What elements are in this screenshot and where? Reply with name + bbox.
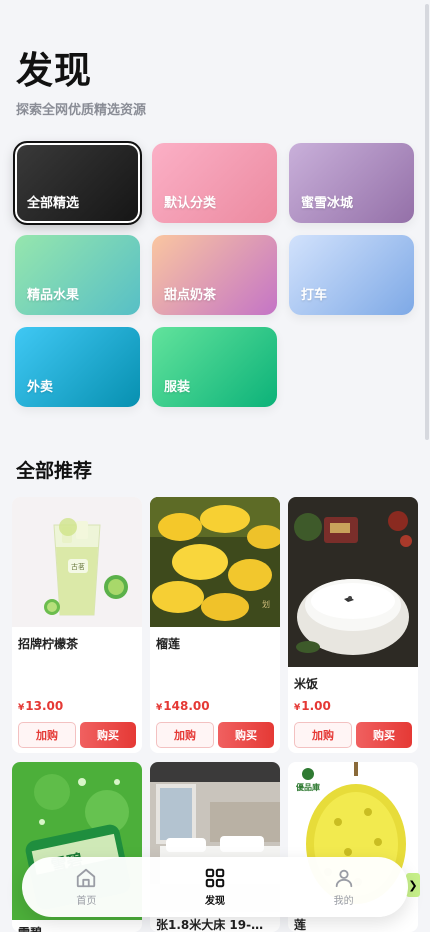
product-price: ¥1.00 [294, 699, 331, 713]
scrollbar[interactable] [425, 4, 429, 440]
category-tile-all[interactable]: 全部精选 [13, 141, 142, 225]
product-name: 招牌柠檬茶 [18, 637, 79, 651]
tab-home[interactable]: 首页 [41, 867, 131, 907]
category-tile-taxi[interactable]: 打车 [289, 235, 414, 315]
page-title: 发现 [16, 49, 92, 92]
product-name: 莲 [294, 918, 307, 932]
product-image: 古茗 [12, 497, 142, 627]
product-card[interactable]: 划 榴莲 ¥148.00 加购 购买 [150, 497, 280, 753]
product-name: 雪碧 [12, 924, 142, 932]
user-icon [335, 869, 352, 888]
product-name: 张1.8米大床 19-… [156, 918, 264, 932]
category-label: 蜜雪冰城 [301, 196, 354, 211]
price-value: 1.00 [301, 699, 331, 713]
product-price: ¥148.00 [156, 699, 210, 713]
category-tile-mixue[interactable]: 蜜雪冰城 [289, 143, 414, 223]
price-value: 148.00 [163, 699, 210, 713]
page-subtitle: 探索全网优质精选资源 [16, 103, 147, 118]
product-name: 榴莲 [156, 637, 181, 651]
product-image [288, 497, 418, 667]
buy-button[interactable]: 购买 [218, 722, 274, 748]
tab-label: 发现 [204, 896, 225, 907]
product-name: 米饭 [294, 677, 319, 691]
tab-label: 我的 [333, 896, 354, 907]
svg-text:優品庫: 優品庫 [295, 782, 320, 792]
card-actions: 加购 购买 [156, 722, 274, 748]
svg-text:划: 划 [262, 599, 270, 609]
bottom-tab-bar: 首页 发现 我的 [22, 857, 408, 917]
category-label: 精品水果 [27, 288, 80, 303]
currency-symbol: ¥ [294, 703, 301, 713]
product-card[interactable]: 米饭 ¥1.00 加购 购买 [288, 497, 418, 753]
price-value: 13.00 [25, 699, 64, 713]
floating-badge[interactable]: ❯ [406, 873, 420, 897]
product-price: ¥13.00 [18, 699, 63, 713]
category-label: 打车 [301, 288, 328, 303]
tab-profile[interactable]: 我的 [299, 867, 389, 907]
tab-label: 首页 [76, 896, 97, 907]
product-card[interactable]: 古茗 招牌柠檬茶 ¥13.00 加购 购买 [12, 497, 142, 753]
category-label: 全部精选 [27, 196, 80, 211]
category-tile-takeout[interactable]: 外卖 [15, 327, 140, 407]
category-tile-clothing[interactable]: 服装 [152, 327, 277, 407]
category-label: 外卖 [27, 380, 54, 395]
currency-symbol: ¥ [18, 703, 25, 713]
category-label: 甜点奶茶 [164, 288, 217, 303]
svg-text:古茗: 古茗 [71, 562, 85, 571]
buy-button[interactable]: 购买 [356, 722, 412, 748]
product-image: 划 [150, 497, 280, 627]
card-actions: 加购 购买 [294, 722, 412, 748]
add-to-cart-button[interactable]: 加购 [294, 722, 352, 748]
category-tile-dessert[interactable]: 甜点奶茶 [152, 235, 277, 315]
card-actions: 加购 购买 [18, 722, 136, 748]
add-to-cart-button[interactable]: 加购 [156, 722, 214, 748]
section-title: 全部推荐 [16, 460, 93, 482]
add-to-cart-button[interactable]: 加购 [18, 722, 76, 748]
category-tile-default[interactable]: 默认分类 [152, 143, 277, 223]
grid-icon [205, 868, 225, 888]
home-icon [77, 868, 96, 888]
buy-button[interactable]: 购买 [80, 722, 136, 748]
category-label: 默认分类 [164, 196, 217, 211]
tab-discover[interactable]: 发现 [170, 867, 260, 907]
category-grid: 全部精选 默认分类 蜜雪冰城 精品水果 甜点奶茶 打车 外卖 服装 [13, 141, 415, 407]
category-tile-fruit[interactable]: 精品水果 [15, 235, 140, 315]
currency-symbol: ¥ [156, 703, 163, 713]
category-label: 服装 [164, 380, 191, 395]
